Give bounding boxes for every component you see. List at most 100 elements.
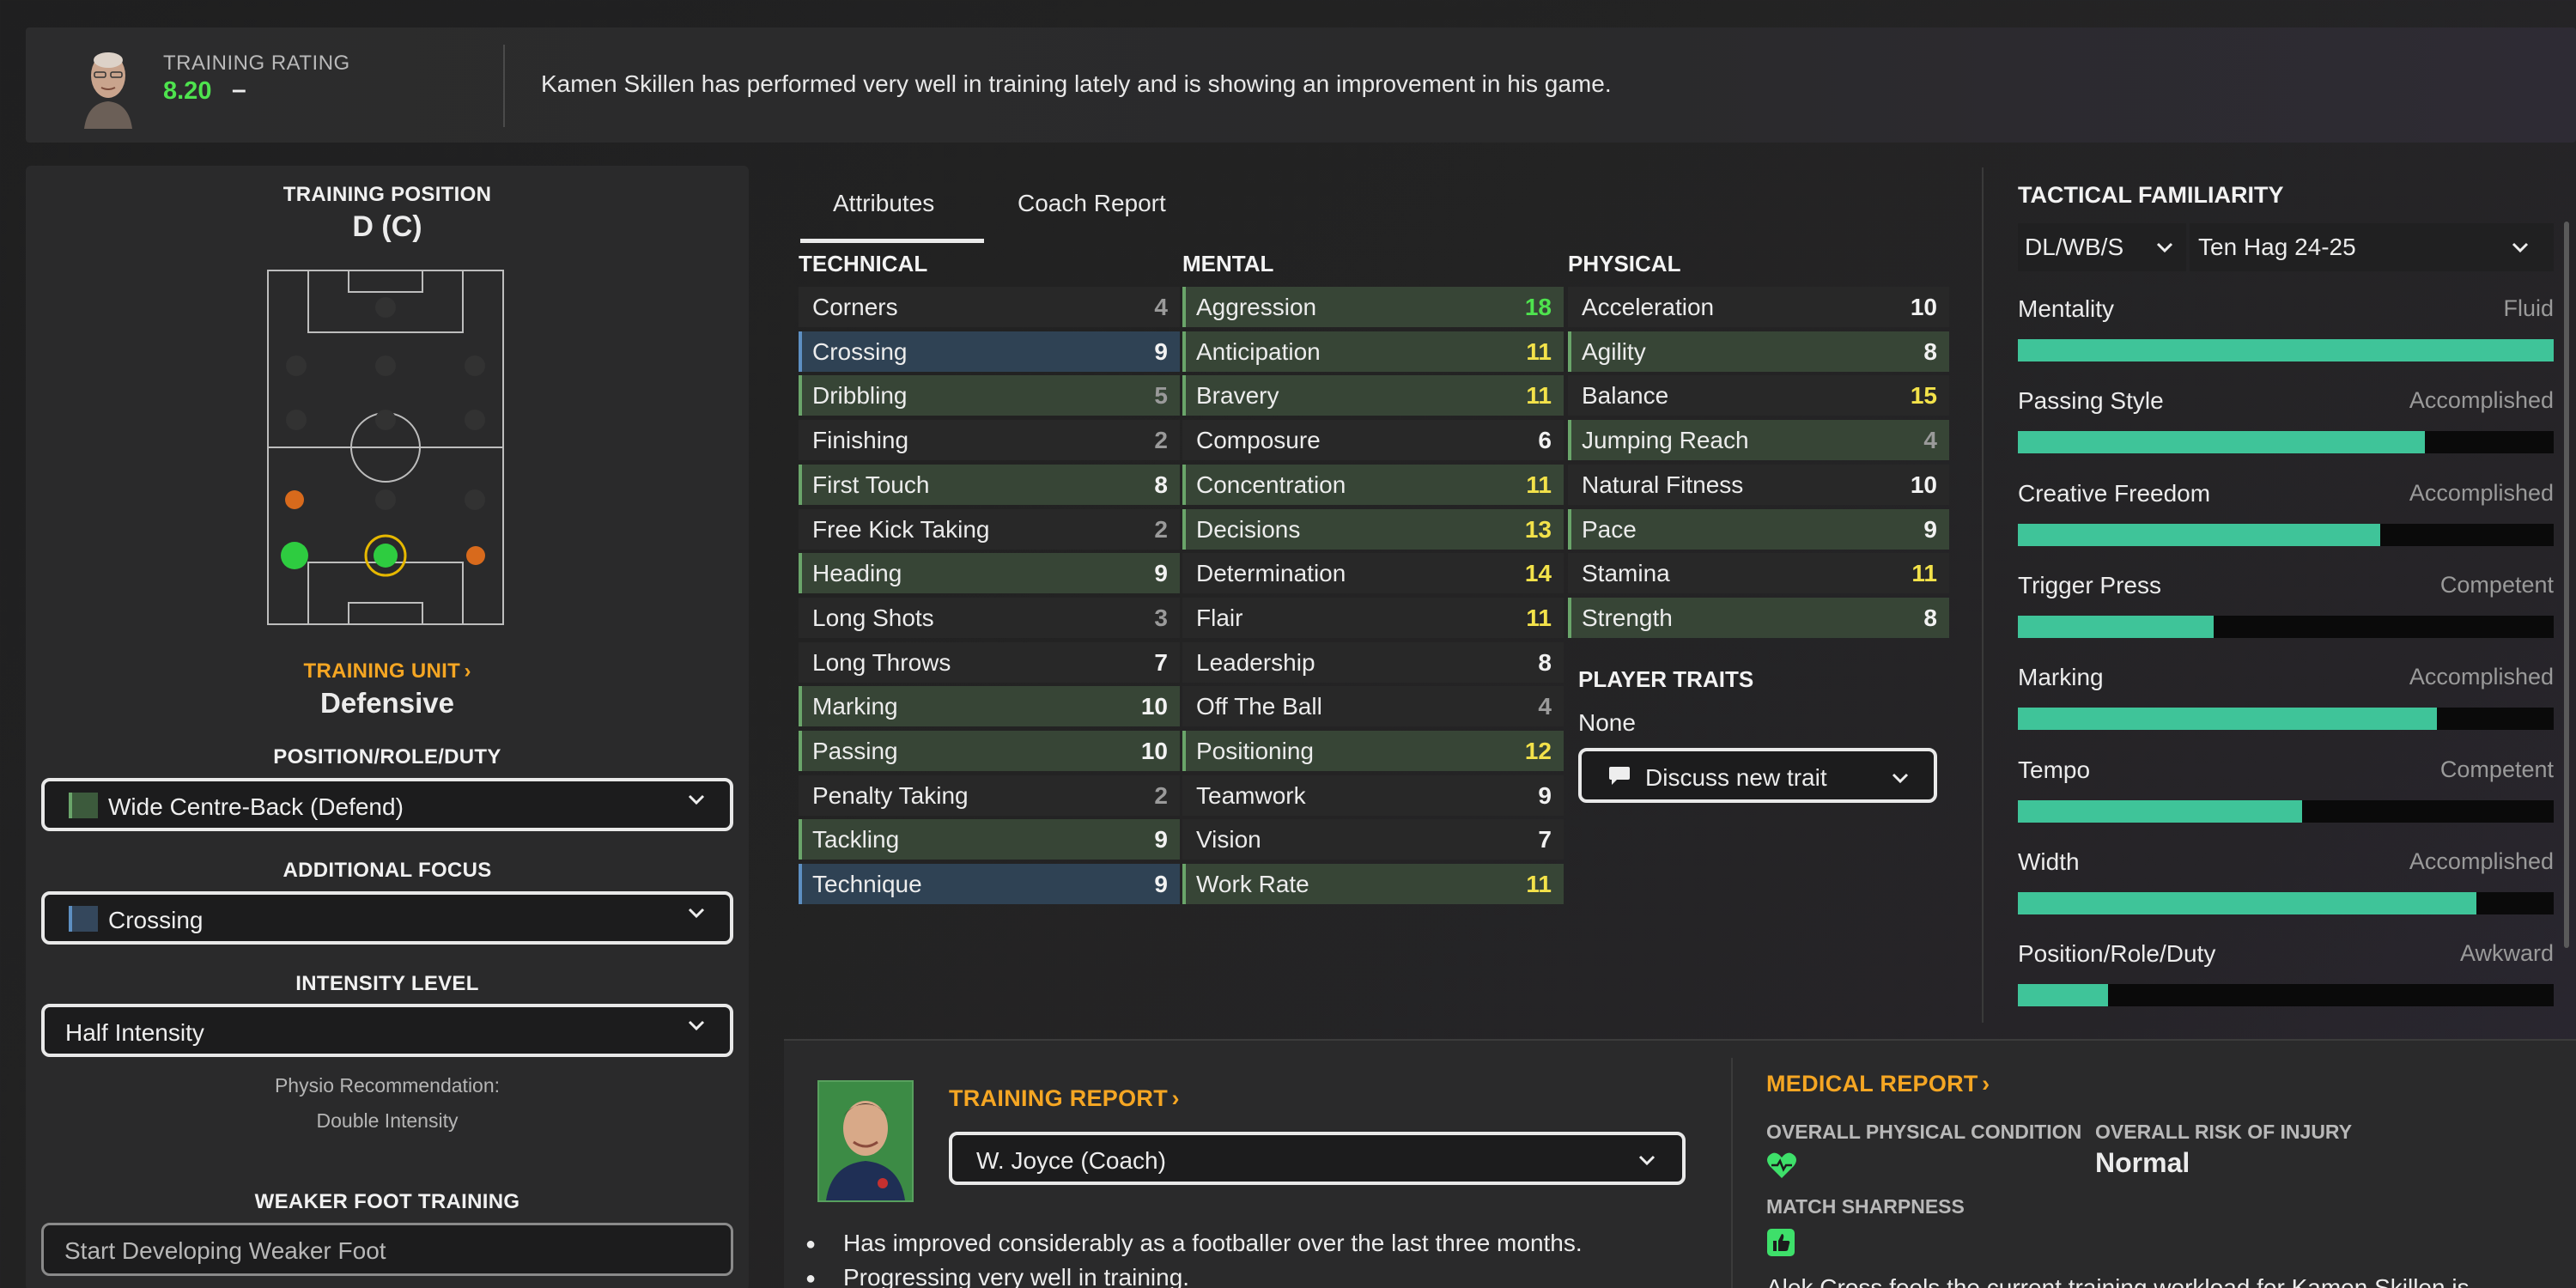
attribute-row-acceleration[interactable]: Acceleration 10 (1568, 287, 1949, 327)
attribute-value: 9 (1923, 515, 1937, 543)
attribute-row-dribbling[interactable]: Dribbling 5 (799, 375, 1180, 416)
familiarity-bar (2018, 523, 2554, 546)
attribute-row-work-rate[interactable]: Work Rate 11 (1182, 864, 1564, 905)
familiarity-level: Fluid (2503, 295, 2554, 321)
attribute-name: Balance (1582, 382, 1669, 410)
familiarity-bar-fill (2018, 891, 2476, 914)
attribute-row-penalty-taking[interactable]: Penalty Taking 2 (799, 775, 1180, 816)
training-report-link[interactable]: TRAINING REPORT › (949, 1085, 1179, 1112)
weaker-foot-button[interactable]: Start Developing Weaker Foot (41, 1223, 733, 1276)
attribute-row-balance[interactable]: Balance 15 (1568, 375, 1949, 416)
attribute-name: Bravery (1196, 382, 1279, 410)
attribute-row-first-touch[interactable]: First Touch 8 (799, 464, 1180, 505)
training-position-pitch[interactable] (267, 270, 504, 625)
attribute-name: Composure (1196, 427, 1321, 454)
familiarity-bar-fill (2018, 615, 2214, 638)
medical-note: Alek Cross feels the current training wo… (1766, 1274, 2470, 1288)
attribute-value: 11 (1526, 337, 1552, 365)
attribute-name: Stamina (1582, 560, 1670, 587)
attribute-name: Leadership (1196, 648, 1315, 676)
attribute-row-natural-fitness[interactable]: Natural Fitness 10 (1568, 464, 1949, 505)
attribute-row-agility[interactable]: Agility 8 (1568, 331, 1949, 372)
attribute-name: Corners (812, 294, 898, 320)
attribute-row-pace[interactable]: Pace 9 (1568, 508, 1949, 550)
attribute-value: 2 (1154, 781, 1168, 809)
attribute-name: Aggression (1196, 294, 1317, 320)
intensity-level-select[interactable]: Half Intensity (41, 1004, 733, 1057)
attribute-row-passing[interactable]: Passing 10 (799, 731, 1180, 771)
familiarity-bar (2018, 431, 2554, 454)
attribute-value: 9 (1538, 781, 1552, 809)
attribute-row-tackling[interactable]: Tackling 9 (799, 819, 1180, 860)
attribute-row-teamwork[interactable]: Teamwork 9 (1182, 775, 1564, 816)
attribute-row-finishing[interactable]: Finishing 2 (799, 420, 1180, 461)
attribute-row-off-the-ball[interactable]: Off The Ball 4 (1182, 686, 1564, 727)
attribute-value: 3 (1154, 604, 1168, 631)
tab-coach-report[interactable]: Coach Report (1018, 190, 1166, 217)
tab-attributes[interactable]: Attributes (833, 190, 934, 217)
attribute-row-long-throws[interactable]: Long Throws 7 (799, 641, 1180, 683)
attribute-row-heading[interactable]: Heading 9 (799, 553, 1180, 594)
attribute-row-technique[interactable]: Technique 9 (799, 864, 1180, 905)
attribute-name: Technique (812, 871, 922, 898)
attribute-row-marking[interactable]: Marking 10 (799, 686, 1180, 727)
attribute-row-flair[interactable]: Flair 11 (1182, 597, 1564, 638)
attribute-value: 9 (1154, 560, 1168, 587)
attribute-row-strength[interactable]: Strength 8 (1568, 597, 1949, 638)
physical-header: PHYSICAL (1568, 251, 1681, 276)
physio-recommendation-value: Double Intensity (316, 1109, 459, 1132)
attribute-row-composure[interactable]: Composure 6 (1182, 420, 1564, 461)
coach-photo[interactable] (817, 1080, 914, 1202)
familiarity-level: Accomplished (2409, 479, 2554, 506)
attribute-name: Flair (1196, 604, 1243, 631)
attribute-row-leadership[interactable]: Leadership 8 (1182, 641, 1564, 683)
attribute-row-determination[interactable]: Determination 14 (1182, 553, 1564, 594)
attribute-row-concentration[interactable]: Concentration 11 (1182, 464, 1564, 505)
attribute-row-aggression[interactable]: Aggression 18 (1182, 287, 1564, 327)
familiarity-bar-fill (2018, 708, 2437, 731)
additional-focus-select[interactable]: Crossing (41, 891, 733, 945)
familiarity-name: Mentality (2018, 295, 2115, 322)
intensity-level-value: Half Intensity (65, 1019, 204, 1046)
discuss-new-trait-button[interactable]: Discuss new trait (1578, 748, 1937, 803)
attribute-name: Concentration (1196, 471, 1346, 498)
player-avatar[interactable] (79, 46, 137, 129)
attribute-row-jumping-reach[interactable]: Jumping Reach 4 (1568, 420, 1949, 461)
attribute-row-corners[interactable]: Corners 4 (799, 287, 1180, 327)
additional-focus-value: Crossing (108, 907, 204, 933)
training-unit-link[interactable]: TRAINING UNIT › (26, 659, 749, 683)
attribute-name: Anticipation (1196, 337, 1321, 365)
injury-risk-value: Normal (2095, 1147, 2190, 1178)
attribute-value: 13 (1524, 515, 1552, 543)
position-role-duty-select[interactable]: Wide Centre-Back (Defend) (41, 778, 733, 831)
attribute-row-long-shots[interactable]: Long Shots 3 (799, 597, 1180, 638)
medical-report-link[interactable]: MEDICAL REPORT › (1766, 1071, 1990, 1097)
tactical-scrollbar[interactable] (2564, 222, 2569, 948)
attribute-row-vision[interactable]: Vision 7 (1182, 819, 1564, 860)
familiarity-name: Trigger Press (2018, 571, 2162, 598)
thumbs-up-icon (1767, 1229, 1795, 1256)
attribute-row-crossing[interactable]: Crossing 9 (799, 331, 1180, 372)
speech-bubble-icon (1609, 767, 1630, 785)
attribute-name: Strength (1582, 604, 1673, 631)
tactic-select[interactable]: Ten Hag 24-25 (2190, 223, 2554, 271)
coach-select[interactable]: W. Joyce (Coach) (949, 1132, 1686, 1185)
report-bullet: Has improved considerably as a footballe… (805, 1230, 1583, 1257)
training-settings-panel: TRAINING POSITION D (C) TRAINING UNIT › … (26, 166, 749, 1288)
mental-header: MENTAL (1182, 251, 1274, 276)
training-rating-trend: – (232, 76, 246, 104)
attribute-row-bravery[interactable]: Bravery 11 (1182, 375, 1564, 416)
attribute-name: Tackling (812, 826, 900, 854)
attribute-value: 8 (1923, 337, 1937, 365)
tactical-position-select[interactable]: DL/WB/S (2018, 223, 2186, 271)
attribute-row-free-kick-taking[interactable]: Free Kick Taking 2 (799, 508, 1180, 550)
attribute-row-stamina[interactable]: Stamina 11 (1568, 553, 1949, 594)
attribute-name: First Touch (812, 471, 930, 498)
attribute-row-decisions[interactable]: Decisions 13 (1182, 508, 1564, 550)
training-position-value: D (C) (352, 210, 422, 243)
attribute-row-anticipation[interactable]: Anticipation 11 (1182, 331, 1564, 372)
attribute-row-positioning[interactable]: Positioning 12 (1182, 731, 1564, 771)
familiarity-name: Creative Freedom (2018, 479, 2211, 507)
chevron-right-icon: › (464, 659, 471, 683)
attribute-name: Dribbling (812, 382, 908, 410)
